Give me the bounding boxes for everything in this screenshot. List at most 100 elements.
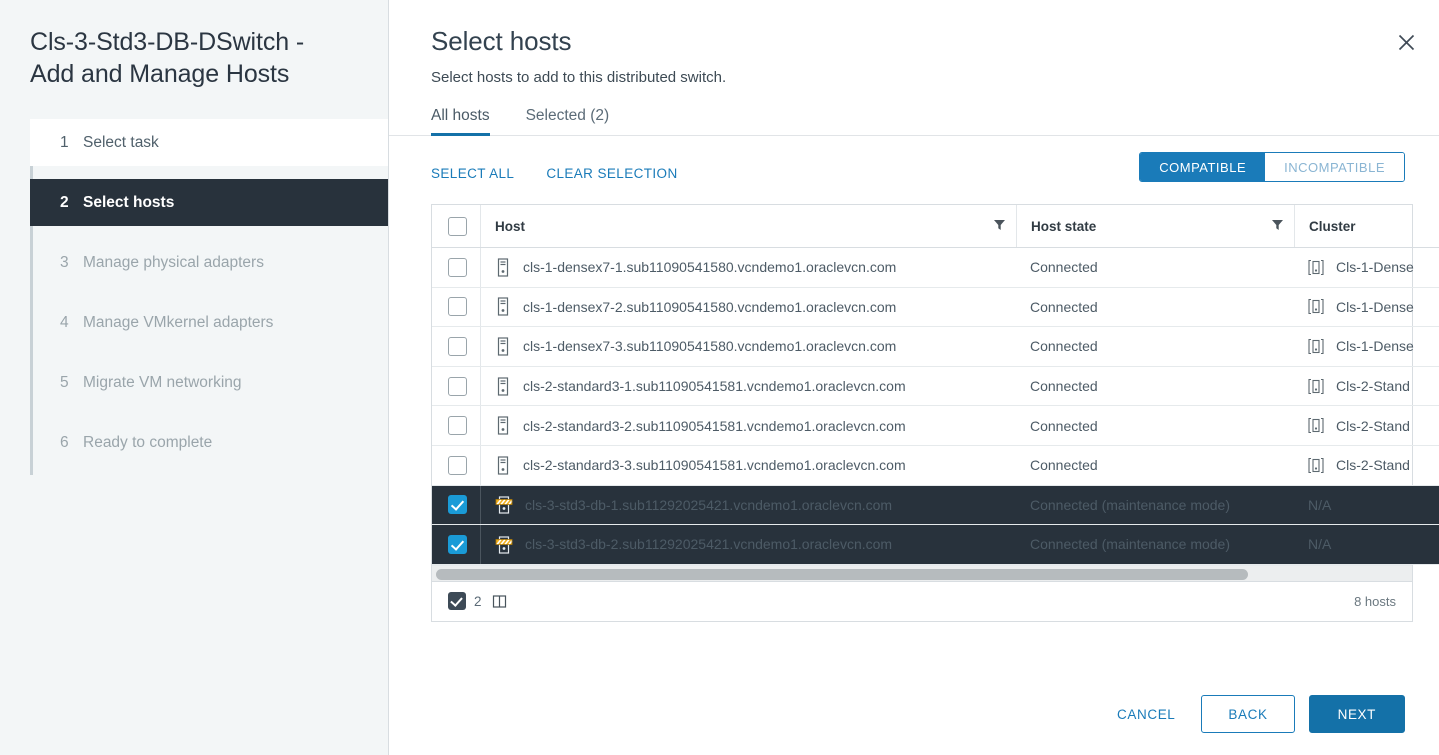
table-row[interactable]: cls-2-standard3-1.sub11090541581.vcndemo… — [432, 366, 1439, 407]
row-checkbox[interactable] — [448, 297, 467, 317]
cluster-icon — [1308, 298, 1324, 315]
column-header-host: Host — [495, 218, 525, 234]
horizontal-scrollbar[interactable] — [432, 564, 1412, 581]
host-state: Connected — [1030, 298, 1098, 315]
scrollbar-thumb[interactable] — [436, 568, 1248, 580]
sidebar-step-select-hosts[interactable]: 2 Select hosts — [30, 179, 388, 226]
row-cluster-cell: N/A — [1294, 524, 1439, 565]
select-all-button[interactable]: SELECT ALL — [431, 166, 514, 181]
cluster-icon — [1308, 338, 1324, 355]
hosts-table-body: cls-1-densex7-1.sub11090541580.vcndemo1.… — [432, 247, 1439, 565]
row-checkbox-cell — [432, 445, 480, 486]
filter-icon[interactable] — [1271, 218, 1284, 234]
host-name: cls-2-standard3-3.sub11090541581.vcndemo… — [523, 457, 906, 474]
row-checkbox[interactable] — [448, 455, 467, 475]
tab-selected-hosts[interactable]: Selected (2) — [526, 107, 610, 136]
host-name: cls-1-densex7-1.sub11090541580.vcndemo1.… — [523, 259, 897, 276]
footer-total-hosts: 8 hosts — [1354, 593, 1396, 609]
cluster-name: Cls-2-Stand — [1336, 417, 1410, 434]
row-checkbox[interactable] — [448, 416, 467, 436]
row-checkbox[interactable] — [448, 495, 467, 515]
sidebar-step-ready-to-complete[interactable]: 6 Ready to complete — [30, 419, 388, 466]
hosts-table-header: Host Host state Cluster — [432, 205, 1439, 248]
host-icon — [495, 258, 511, 277]
table-row[interactable]: cls-1-densex7-3.sub11090541580.vcndemo1.… — [432, 326, 1439, 367]
row-cluster-cell: Cls-1-Dense — [1294, 326, 1439, 367]
compatible-toggle[interactable]: COMPATIBLE — [1140, 153, 1266, 181]
select-all-checkbox[interactable] — [448, 216, 467, 236]
row-cluster-cell: Cls-2-Stand — [1294, 366, 1439, 407]
row-checkbox[interactable] — [448, 336, 467, 356]
back-button[interactable]: BACK — [1201, 695, 1295, 733]
filter-icon[interactable] — [993, 218, 1006, 234]
cluster-name: Cls-2-Stand — [1336, 457, 1410, 474]
table-footer: 2 8 hosts — [432, 580, 1412, 621]
row-checkbox[interactable] — [448, 257, 467, 277]
row-checkbox-cell — [432, 524, 480, 565]
next-button[interactable]: NEXT — [1308, 695, 1405, 733]
sidebar-step-migrate-vm-networking[interactable]: 5 Migrate VM networking — [30, 359, 388, 406]
table-row[interactable]: cls-1-densex7-2.sub11090541580.vcndemo1.… — [432, 287, 1439, 328]
incompatible-toggle[interactable]: INCOMPATIBLE — [1265, 153, 1404, 181]
row-checkbox[interactable] — [448, 534, 467, 554]
host-maintenance-icon — [495, 535, 513, 554]
step-number: 1 — [60, 133, 69, 151]
table-row[interactable]: cls-2-standard3-2.sub11090541581.vcndemo… — [432, 405, 1439, 446]
step-number: 6 — [60, 433, 69, 451]
step-label: Select task — [83, 133, 159, 151]
cluster-icon — [1308, 457, 1324, 474]
row-checkbox-cell — [432, 405, 480, 446]
row-host-cell: cls-1-densex7-3.sub11090541580.vcndemo1.… — [480, 326, 1016, 367]
cluster-icon — [1308, 378, 1324, 395]
table-row[interactable]: cls-3-std3-db-2.sub11292025421.vcndemo1.… — [432, 524, 1439, 565]
row-checkbox-cell — [432, 366, 480, 407]
sidebar-step-select-task[interactable]: 1 Select task — [30, 119, 388, 166]
wizard-sidebar: Cls-3-Std3-DB-DSwitch - Add and Manage H… — [0, 0, 389, 755]
close-icon[interactable] — [1393, 29, 1419, 55]
sidebar-step-manage-physical-adapters[interactable]: 3 Manage physical adapters — [30, 239, 388, 286]
row-host-state-cell: Connected (maintenance mode) — [1016, 485, 1294, 526]
page-subtitle: Select hosts to add to this distributed … — [431, 69, 727, 86]
host-icon — [495, 416, 511, 435]
footer-selected-checkbox[interactable] — [448, 592, 466, 611]
cluster-name: N/A — [1308, 536, 1332, 553]
row-checkbox-cell — [432, 485, 480, 526]
host-state: Connected — [1030, 259, 1098, 276]
columns-icon[interactable] — [492, 594, 507, 609]
row-host-cell: cls-3-std3-db-2.sub11292025421.vcndemo1.… — [480, 524, 1016, 565]
row-host-state-cell: Connected (maintenance mode) — [1016, 524, 1294, 565]
host-state: Connected (maintenance mode) — [1030, 496, 1231, 513]
sidebar-step-manage-vmkernel-adapters[interactable]: 4 Manage VMkernel adapters — [30, 299, 388, 346]
row-cluster-cell: Cls-1-Dense — [1294, 247, 1439, 288]
row-checkbox[interactable] — [448, 376, 467, 396]
host-name: cls-1-densex7-2.sub11090541580.vcndemo1.… — [523, 298, 897, 315]
step-label: Ready to complete — [83, 433, 213, 451]
wizard-main-panel: Select hosts Select hosts to add to this… — [389, 0, 1439, 755]
row-checkbox-cell — [432, 326, 480, 367]
host-icon — [495, 456, 511, 475]
row-host-state-cell: Connected — [1016, 405, 1294, 446]
row-cluster-cell: Cls-1-Dense — [1294, 287, 1439, 328]
cancel-button[interactable]: CANCEL — [1099, 695, 1193, 733]
host-state: Connected — [1030, 338, 1098, 355]
tab-all-hosts[interactable]: All hosts — [431, 107, 490, 136]
cluster-name: Cls-2-Stand — [1336, 378, 1410, 395]
wizard-steps: 1 Select task 2 Select hosts 3 Manage ph… — [0, 119, 388, 475]
host-state: Connected — [1030, 378, 1098, 395]
table-row[interactable]: cls-1-densex7-1.sub11090541580.vcndemo1.… — [432, 247, 1439, 288]
table-row[interactable]: cls-2-standard3-3.sub11090541581.vcndemo… — [432, 445, 1439, 486]
host-maintenance-icon — [495, 495, 513, 514]
step-label: Manage physical adapters — [83, 253, 264, 271]
clear-selection-button[interactable]: CLEAR SELECTION — [546, 166, 677, 181]
row-host-cell: cls-2-standard3-3.sub11090541581.vcndemo… — [480, 445, 1016, 486]
hosts-table-container: Host Host state Cluster cls-1-densex7-1.… — [431, 204, 1439, 622]
step-label: Manage VMkernel adapters — [83, 313, 274, 331]
step-number: 5 — [60, 373, 69, 391]
host-name: cls-3-std3-db-2.sub11292025421.vcndemo1.… — [525, 536, 893, 553]
header-select-all-cell — [432, 205, 480, 248]
host-icon — [495, 297, 511, 316]
wizard-title: Cls-3-Std3-DB-DSwitch - Add and Manage H… — [30, 28, 305, 88]
step-number: 3 — [60, 253, 69, 271]
host-name: cls-1-densex7-3.sub11090541580.vcndemo1.… — [523, 338, 897, 355]
table-row[interactable]: cls-3-std3-db-1.sub11292025421.vcndemo1.… — [432, 485, 1439, 526]
